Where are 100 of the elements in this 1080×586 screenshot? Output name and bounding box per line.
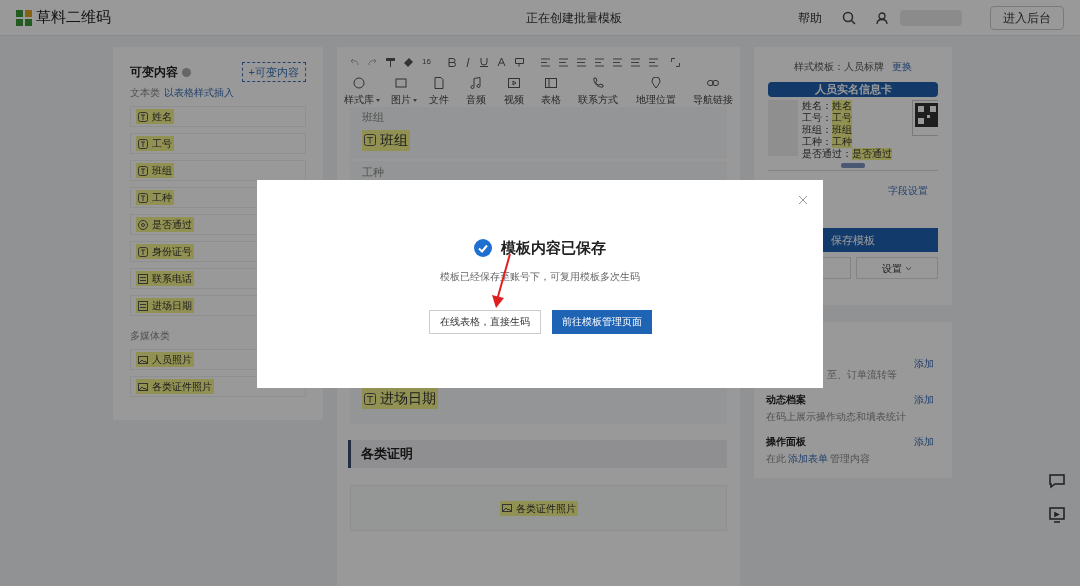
add-form-link[interactable]: 添加表单 xyxy=(788,451,828,466)
list-type-icon xyxy=(138,300,148,311)
panel-title: 可变内容 xyxy=(130,64,178,81)
variable-label: 班组 xyxy=(152,164,172,178)
text-type-icon xyxy=(138,111,148,122)
logo-icon xyxy=(16,9,32,26)
underline-icon xyxy=(479,57,488,67)
screen-icon xyxy=(1048,506,1066,524)
card-title: 人员实名信息卡 xyxy=(768,82,938,97)
add-link[interactable]: 添加 xyxy=(914,434,934,449)
insert-link-button[interactable]: 导航链接 xyxy=(693,77,733,107)
insert-image-button[interactable]: 图片 xyxy=(391,77,412,107)
feature-description: 管理内容 xyxy=(830,452,870,466)
text-type-icon xyxy=(138,246,148,257)
variable-item[interactable]: 工号 xyxy=(130,133,306,154)
settings-button[interactable]: 设置 xyxy=(855,257,938,279)
feature-title: 操作面板 xyxy=(766,435,806,449)
help-icon xyxy=(182,67,191,77)
font-color-icon xyxy=(496,57,506,67)
card-field-label: 姓名： xyxy=(802,100,832,112)
variable-chip: 班组 xyxy=(362,129,410,151)
add-variable-button[interactable]: +可变内容 xyxy=(241,62,306,82)
variable-label: 身份证号 xyxy=(152,245,192,259)
help-link[interactable]: 帮助 xyxy=(798,8,822,27)
text-type-icon xyxy=(138,165,148,176)
variable-item[interactable]: 姓名 xyxy=(130,106,306,127)
variable-label: 各类证件照片 xyxy=(152,380,212,394)
link-icon xyxy=(707,77,719,89)
text-type-icon xyxy=(138,192,148,203)
close-icon xyxy=(799,196,807,204)
group-label: 多媒体类 xyxy=(130,329,170,343)
change-template-link[interactable]: 更换 xyxy=(892,59,912,74)
card-field-value: 工号 xyxy=(832,112,852,124)
variable-chip: 各类证件照片 xyxy=(499,500,578,516)
variable-chip: 进场日期 xyxy=(362,388,438,409)
image-type-icon xyxy=(501,503,512,513)
go-to-templates-button[interactable]: 前往模板管理页面 xyxy=(551,309,652,334)
align-center-icon xyxy=(576,57,586,67)
page-title: 正在创建批量模板 xyxy=(526,9,622,27)
user-icon xyxy=(876,11,888,24)
image-type-icon xyxy=(138,381,148,392)
list-icon xyxy=(540,57,550,67)
card-field-label: 工号： xyxy=(802,112,832,124)
insert-audio-button[interactable]: 音频 xyxy=(466,77,487,107)
phone-icon xyxy=(592,77,605,89)
check-circle-icon xyxy=(474,239,492,258)
insert-table-link[interactable]: 以表格样式插入 xyxy=(164,85,234,100)
italic-icon xyxy=(464,57,471,67)
image-type-icon xyxy=(138,354,148,365)
feature-description: 在此 xyxy=(766,452,786,466)
align-right-icon xyxy=(594,57,604,67)
card-field-value: 姓名 xyxy=(832,100,852,112)
group-label: 文本类 xyxy=(130,86,160,100)
insert-video-button[interactable]: 视频 xyxy=(503,77,524,107)
caret-icon xyxy=(906,266,912,270)
feature-title: 动态档案 xyxy=(766,393,806,407)
insert-table-button[interactable]: 表格 xyxy=(540,77,561,107)
format-painter-icon xyxy=(386,57,395,67)
card-field-value: 是否通过 xyxy=(852,148,892,160)
add-link[interactable]: 添加 xyxy=(914,392,934,407)
variable-icon xyxy=(364,392,376,405)
card-field-label: 是否通过： xyxy=(802,148,852,160)
font-size-select[interactable]: 16 xyxy=(422,56,431,68)
field-settings-link[interactable]: 字段设置 xyxy=(888,183,928,198)
table-icon xyxy=(544,77,557,89)
insert-file-button[interactable]: 文件 xyxy=(428,77,449,107)
variable-icon xyxy=(364,134,376,146)
bold-icon xyxy=(447,57,456,67)
online-table-button[interactable]: 在线表格，直接生码 xyxy=(428,309,541,334)
chat-icon xyxy=(1048,472,1066,490)
template-label: 样式模板：人员标牌 xyxy=(794,60,884,74)
logo-text: 草料二维码 xyxy=(36,7,111,28)
card-field-value: 班组 xyxy=(832,124,852,136)
redo-icon xyxy=(368,58,377,66)
add-link[interactable]: 添加 xyxy=(914,356,934,371)
align-left-icon xyxy=(558,57,568,67)
video-icon xyxy=(507,77,520,89)
search-icon xyxy=(842,10,856,25)
audio-icon xyxy=(470,77,483,89)
text-type-icon xyxy=(138,138,148,149)
variable-label: 是否通过 xyxy=(152,218,192,232)
card-field-label: 班组： xyxy=(802,124,832,136)
variable-label: 联系电话 xyxy=(152,272,192,286)
image-icon xyxy=(395,77,408,89)
insert-palette-button[interactable]: 样式库 xyxy=(344,77,374,107)
section-title: 各类证明 xyxy=(361,445,413,464)
card-field-label: 工种： xyxy=(802,136,832,148)
fullscreen-icon xyxy=(670,57,680,67)
list-type-icon xyxy=(138,273,148,284)
line-height-icon xyxy=(648,57,658,67)
undo-icon xyxy=(350,58,359,66)
align-justify-icon xyxy=(612,57,622,67)
variable-label: 人员照片 xyxy=(152,353,192,367)
variable-label: 工种 xyxy=(152,191,172,205)
location-icon xyxy=(649,77,662,89)
insert-phone-button[interactable]: 联系方式 xyxy=(578,77,619,107)
enter-dashboard-button[interactable]: 进入后台 xyxy=(990,5,1064,30)
insert-location-button[interactable]: 地理位置 xyxy=(635,77,676,107)
dialog-title: 模板内容已保存 xyxy=(501,238,606,258)
indent-icon xyxy=(630,57,640,67)
